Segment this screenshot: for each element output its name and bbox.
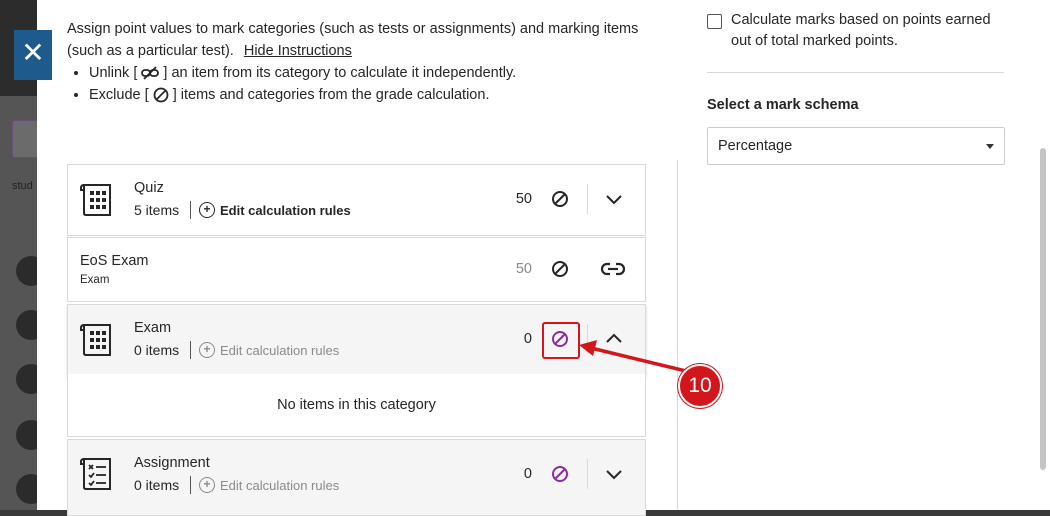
category-count: 0 items (134, 342, 180, 358)
assignment-icon (80, 458, 111, 490)
instructions: Assign point values to mark categories (… (67, 18, 667, 106)
instruction-unlink: Unlink [ ] an item from its category to … (89, 62, 667, 84)
edit-calculation-rules-link[interactable]: + Edit calculation rules (199, 202, 351, 218)
separator (587, 184, 588, 214)
add-circle-icon: + (199, 202, 215, 218)
category-title: Assignment (134, 455, 210, 471)
category-points[interactable]: 0 (502, 331, 532, 347)
close-icon: ✕ (21, 37, 45, 68)
category-points[interactable]: 50 (502, 191, 532, 207)
category-row-eos-exam: EoS Exam Exam 50 (67, 237, 646, 302)
instruction-exclude: Exclude [ ] items and categories from th… (89, 84, 667, 106)
exclude-icon-active[interactable] (551, 465, 569, 483)
mark-schema-value: Percentage (718, 138, 793, 154)
calculate-points-checkbox[interactable] (707, 14, 722, 29)
background-label: stud (12, 180, 33, 192)
chevron-down-icon[interactable] (605, 465, 623, 483)
edit-calculation-rules-link[interactable]: + Edit calculation rules (199, 477, 339, 493)
separator (190, 201, 191, 219)
add-circle-icon: + (199, 342, 215, 358)
separator (587, 459, 588, 489)
category-title: Quiz (134, 180, 164, 196)
mark-schema-select[interactable]: Percentage (707, 127, 1005, 165)
chevron-down-icon[interactable] (605, 190, 623, 208)
step-callout-badge: 10 (678, 364, 722, 408)
empty-category-message: No items in this category (67, 374, 646, 437)
link-icon[interactable] (600, 260, 626, 278)
category-row-quiz: Quiz 5 items + Edit calculation rules 50 (67, 164, 646, 236)
mark-schema-label: Select a mark schema (707, 97, 859, 113)
exclude-icon (153, 87, 169, 103)
category-count: 0 items (134, 477, 180, 493)
close-button[interactable]: ✕ (14, 30, 52, 80)
item-subtitle: Exam (80, 274, 110, 286)
category-count: 5 items (134, 202, 180, 218)
edit-calculation-rules-link[interactable]: + Edit calculation rules (199, 342, 339, 358)
caret-down-icon (986, 144, 994, 149)
category-title: Exam (134, 320, 172, 336)
exclude-icon[interactable] (551, 260, 569, 278)
separator (190, 476, 191, 494)
unlink-icon (141, 66, 160, 80)
annotation-highlight-box (542, 322, 580, 359)
separator (190, 341, 191, 359)
category-row-assignment: Assignment 0 items + Edit calculation ru… (67, 439, 646, 516)
add-circle-icon: + (199, 477, 215, 493)
category-icon (80, 324, 111, 356)
settings-divider (707, 72, 1004, 73)
category-points[interactable]: 0 (502, 466, 532, 482)
mark-settings-panel: Assign point values to mark categories (… (37, 0, 1050, 516)
category-icon (80, 184, 111, 216)
item-title: EoS Exam (80, 253, 149, 269)
scrollbar[interactable] (1040, 148, 1046, 470)
calculate-points-label: Calculate marks based on points earned o… (731, 12, 991, 49)
column-divider (677, 160, 678, 510)
hide-instructions-link[interactable]: Hide Instructions (244, 43, 352, 59)
instructions-intro: Assign point values to mark categories (… (67, 21, 639, 59)
exclude-icon[interactable] (551, 190, 569, 208)
item-points[interactable]: 50 (502, 261, 532, 277)
